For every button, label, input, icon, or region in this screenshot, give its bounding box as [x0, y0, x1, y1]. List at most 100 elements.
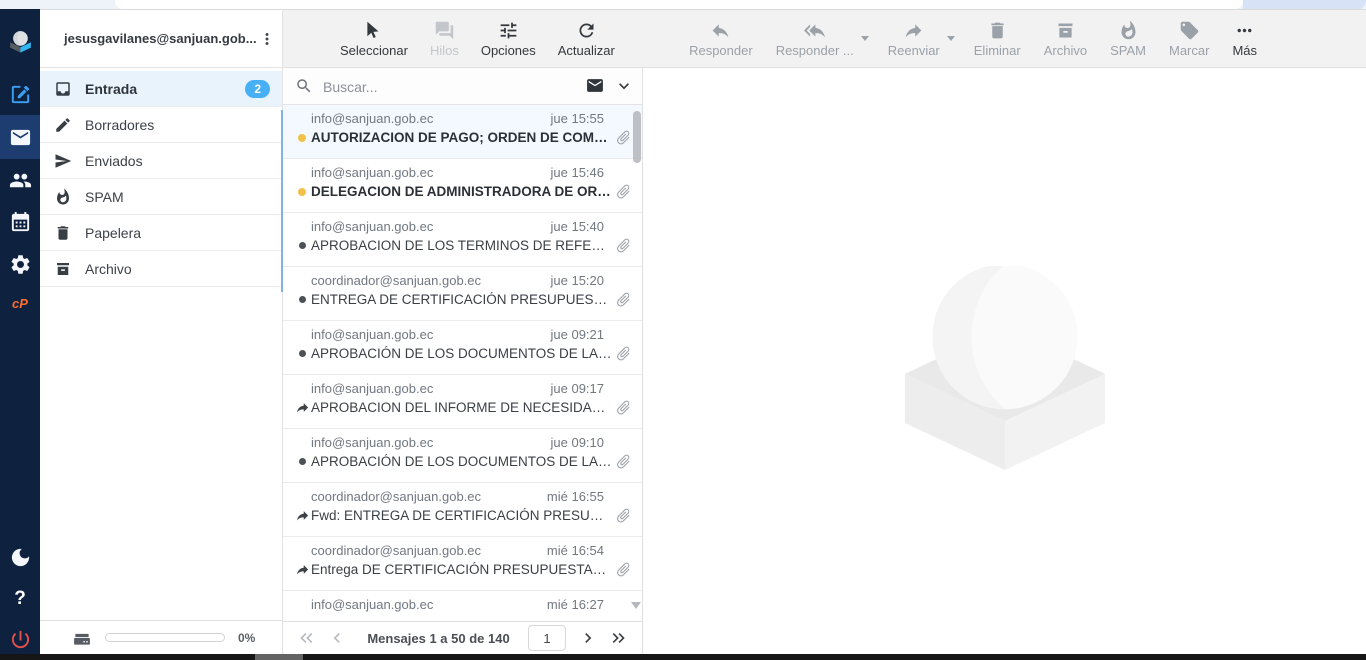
horizontal-scrollbar[interactable]: [0, 654, 1366, 660]
search-options-button[interactable]: [614, 76, 634, 96]
message-subject: APROBACION DE LOS TERMINOS DE REFER…: [311, 238, 612, 253]
next-page-button[interactable]: [576, 626, 600, 650]
inbox-icon: [54, 80, 72, 98]
dropdown-caret[interactable]: [861, 36, 869, 41]
taskbar-mail[interactable]: [0, 115, 40, 159]
forwarded-icon: [293, 400, 311, 415]
folder-papelera[interactable]: Papelera: [40, 215, 282, 251]
message-sender: info@sanjuan.gob.ec: [311, 219, 433, 234]
message-date: jue 09:21: [551, 327, 605, 342]
message-date: jue 15:46: [551, 165, 605, 180]
forwarded-icon: [293, 562, 311, 577]
attachment-icon: [612, 399, 634, 416]
chevron-right-icon: [578, 628, 598, 648]
folder-label: Papelera: [85, 225, 270, 241]
unread-count-badge: 2: [245, 80, 270, 98]
trash-icon: [987, 20, 1008, 41]
folder-label: SPAM: [85, 189, 270, 205]
tag-icon: [1179, 20, 1200, 41]
unread-dot-icon[interactable]: [293, 134, 311, 142]
message-row[interactable]: info@sanjuan.gob.ecjue 09:17 APROBACION …: [283, 375, 642, 429]
envelope-icon: [584, 76, 606, 95]
message-range-text: Mensajes 1 a 50 de 140: [355, 631, 522, 646]
taskbar-compose[interactable]: [0, 73, 40, 115]
message-sender: info@sanjuan.gob.ec: [311, 165, 433, 180]
message-row[interactable]: info@sanjuan.gob.ecjue 09:10 APROBACIÓN …: [283, 429, 642, 483]
browser-chrome-strip: [0, 0, 1366, 9]
more-button[interactable]: Más: [1227, 20, 1262, 57]
taskbar: cP ?: [0, 9, 40, 654]
options-button[interactable]: Opciones: [476, 20, 541, 57]
folder-enviados[interactable]: Enviados: [40, 143, 282, 179]
roundcube-logo-watermark: [897, 266, 1113, 472]
reply-button[interactable]: Responder: [684, 20, 758, 57]
page-number-input[interactable]: [528, 625, 566, 651]
last-page-button[interactable]: [606, 626, 630, 650]
message-row[interactable]: info@sanjuan.gob.ecmié 16:27: [283, 591, 642, 621]
folder-label: Archivo: [85, 261, 270, 277]
attachment-icon: [612, 345, 634, 362]
message-row[interactable]: info@sanjuan.gob.ecjue 15:46 DELEGACION …: [283, 159, 642, 213]
folder-label: Enviados: [85, 153, 270, 169]
read-dot-icon[interactable]: [293, 296, 311, 303]
options-sliders-icon: [498, 20, 519, 41]
search-input[interactable]: [321, 72, 545, 102]
moon-icon: [9, 546, 32, 569]
scrollbar-thumb[interactable]: [633, 111, 641, 163]
message-date: jue 15:40: [551, 219, 605, 234]
roundcube-logo: [0, 15, 40, 67]
taskbar-help[interactable]: ?: [0, 579, 40, 619]
read-dot-icon[interactable]: [293, 458, 311, 465]
message-content-pane: [644, 68, 1366, 654]
message-row[interactable]: coordinador@sanjuan.gob.ecmié 16:54 Entr…: [283, 537, 642, 591]
mark-button[interactable]: Marcar: [1164, 20, 1214, 57]
send-icon: [54, 152, 72, 170]
folder-label: Entrada: [85, 81, 245, 97]
scrollbar-down-arrow[interactable]: [631, 602, 641, 609]
message-row[interactable]: info@sanjuan.gob.ecjue 15:55 AUTORIZACIO…: [283, 105, 642, 159]
taskbar-logout[interactable]: [0, 619, 40, 659]
pane-splitter[interactable]: [281, 110, 283, 292]
search-scope-button[interactable]: [584, 76, 606, 96]
taskbar-cpanel[interactable]: cP: [0, 287, 40, 319]
account-menu-button[interactable]: [256, 28, 278, 50]
select-button[interactable]: Seleccionar: [335, 20, 413, 57]
spam-button[interactable]: SPAM: [1105, 20, 1151, 57]
read-dot-icon[interactable]: [293, 350, 311, 357]
delete-button[interactable]: Eliminar: [969, 20, 1026, 57]
read-dot-icon[interactable]: [293, 242, 311, 249]
folder-spam[interactable]: SPAM: [40, 179, 282, 215]
folder-borradores[interactable]: Borradores: [40, 107, 282, 143]
taskbar-dark-mode[interactable]: [0, 537, 40, 577]
message-sender: info@sanjuan.gob.ec: [311, 435, 433, 450]
message-row[interactable]: info@sanjuan.gob.ecjue 09:21 APROBACIÓN …: [283, 321, 642, 375]
reply-all-button[interactable]: Responder ...: [771, 20, 870, 57]
message-subject: APROBACIÓN DE LOS DOCUMENTOS DE LA…: [311, 346, 612, 361]
folder-archivo[interactable]: Archivo: [40, 251, 282, 287]
mail-icon: [9, 126, 32, 149]
message-row[interactable]: coordinador@sanjuan.gob.ecmié 16:55 Fwd:…: [283, 483, 642, 537]
account-header[interactable]: jesusgavilanes@sanjuan.gob....: [40, 9, 282, 68]
dropdown-caret[interactable]: [947, 36, 955, 41]
threads-button[interactable]: Hilos: [425, 20, 464, 57]
unread-dot-icon[interactable]: [293, 188, 311, 196]
refresh-button[interactable]: Actualizar: [553, 20, 620, 57]
message-sender: coordinador@sanjuan.gob.ec: [311, 489, 481, 504]
taskbar-contacts[interactable]: [0, 159, 40, 201]
flame-icon: [1118, 20, 1139, 41]
taskbar-settings[interactable]: [0, 243, 40, 285]
double-chevron-left-icon: [297, 628, 317, 648]
message-sender: info@sanjuan.gob.ec: [311, 597, 433, 612]
archive-button[interactable]: Archivo: [1039, 20, 1092, 57]
forward-button[interactable]: Reenviar: [883, 20, 956, 57]
first-page-button[interactable]: [295, 626, 319, 650]
message-row[interactable]: info@sanjuan.gob.ec jue 15:40 APROBACION …: [283, 213, 642, 267]
message-row[interactable]: coordinador@sanjuan.gob.ecjue 15:20 ENTR…: [283, 267, 642, 321]
message-subject: APROBACIÓN DE LOS DOCUMENTOS DE LA…: [311, 454, 612, 469]
taskbar-calendar[interactable]: [0, 201, 40, 243]
pagination-bar: Mensajes 1 a 50 de 140: [283, 621, 642, 654]
prev-page-button[interactable]: [325, 626, 349, 650]
folder-pane: jesusgavilanes@sanjuan.gob.... Entrada 2…: [40, 9, 283, 654]
folder-entrada[interactable]: Entrada 2: [40, 71, 282, 107]
horizontal-scrollbar-thumb[interactable]: [255, 654, 303, 660]
